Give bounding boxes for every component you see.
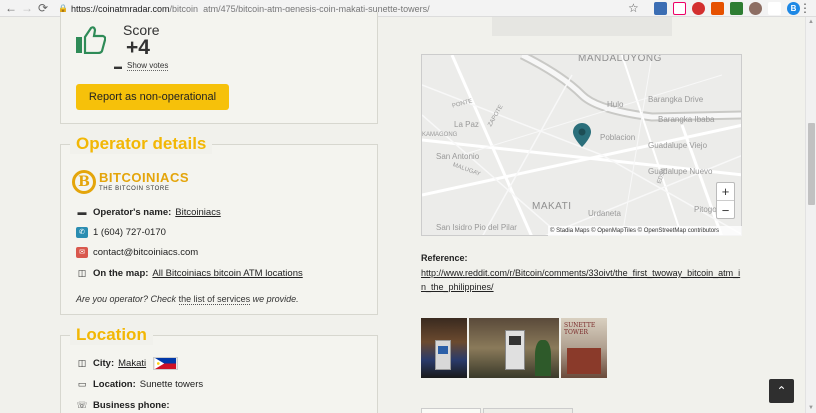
score-value: +4 (126, 36, 150, 59)
map-label: Guadalupe Viejo (648, 141, 708, 150)
on-the-map-row: ◫ On the map: All Bitcoiniacs bitcoin AT… (76, 266, 303, 280)
scrollbar-thumb[interactable] (808, 123, 815, 205)
zoom-out-button[interactable]: − (717, 201, 734, 219)
map-label: Urdaneta (588, 209, 621, 218)
chevron-up-icon: ⌃ (776, 384, 787, 398)
map-icon: ◫ (77, 267, 87, 278)
forward-arrow-icon[interactable]: → (19, 0, 35, 16)
page-scrollbar[interactable]: ▲ ▼ (805, 17, 816, 413)
map-label: La Paz (454, 120, 479, 129)
extension-icon[interactable] (730, 2, 743, 15)
map-label: Pitogo (694, 205, 717, 214)
thumbs-up-icon (76, 26, 106, 54)
email-address[interactable]: contact@bitcoiniacs.com (93, 247, 198, 258)
operator-logo: B BITCOINIACS THE BITCOIN STORE (72, 168, 192, 196)
atm-photo-3[interactable]: SUNETTE TOWER (561, 318, 607, 378)
map-icon: ◫ (77, 357, 87, 368)
show-votes-label: Show votes (127, 61, 169, 71)
city-link[interactable]: Makati (118, 358, 146, 369)
reference-link[interactable]: http://www.reddit.com/r/Bitcoin/comments… (421, 266, 744, 294)
map-label: San Isidro Pio del Pilar (436, 223, 517, 232)
tab[interactable] (483, 408, 573, 413)
list-of-services-link[interactable]: the list of services (178, 294, 251, 305)
briefcase-icon: ▬ (77, 207, 87, 217)
email-icon: ✉ (76, 246, 88, 258)
location-title: Location (70, 325, 153, 345)
back-arrow-icon[interactable]: ← (3, 0, 19, 16)
on-the-map-label: On the map: (93, 267, 149, 279)
photo-caption: SUNETTE TOWER (564, 322, 596, 336)
extensions-bar: B (654, 2, 800, 15)
map-label: Hulo (607, 100, 624, 109)
extension-icon[interactable] (711, 2, 724, 15)
phone-icon: ✆ (76, 226, 88, 238)
atm-photo-2[interactable] (469, 318, 559, 378)
extension-icon[interactable] (749, 2, 762, 15)
scroll-down-arrow-icon[interactable]: ▼ (808, 405, 814, 411)
map-label: KAMAGONG (422, 132, 458, 138)
phone-icon: ☏ (76, 399, 88, 410)
top-gray-panel (492, 17, 672, 36)
philippines-flag-icon (153, 356, 179, 370)
bitcoin-logo-icon: B (72, 170, 96, 194)
location-row: ▭ Location: Sunette towers (76, 377, 203, 391)
reference-label: Reference: (421, 253, 468, 263)
operator-details-title: Operator details (70, 134, 213, 154)
map-label: Poblacion (600, 133, 636, 142)
reload-icon[interactable]: ⟳ (35, 0, 51, 16)
map-zoom-control: + − (716, 182, 735, 219)
location-map[interactable]: MANDALUYONG Hulo Barangka Drive Barangka… (421, 54, 742, 236)
map-label: MANDALUYONG (578, 54, 662, 64)
city-row: ◫ City: Makati (76, 356, 179, 370)
atm-photo-1[interactable] (421, 318, 467, 378)
phone-number: 1 (604) 727-0170 (93, 226, 166, 238)
show-votes-link[interactable]: ▬ Show votes (114, 61, 169, 71)
report-non-operational-button[interactable]: Report as non-operational (76, 84, 229, 110)
location-value: Sunette towers (139, 378, 204, 390)
business-phone-row: ☏ Business phone: (76, 398, 174, 412)
lock-icon: 🔒 (58, 4, 68, 13)
all-locations-link[interactable]: All Bitcoiniacs bitcoin ATM locations (152, 268, 302, 279)
bookmark-star-icon[interactable]: ☆ (628, 1, 639, 15)
extension-icon[interactable] (768, 2, 781, 15)
extension-icon[interactable] (692, 2, 705, 15)
email-row: ✉ contact@bitcoiniacs.com (76, 245, 198, 259)
menu-kebab-icon[interactable]: ⋮ (799, 1, 811, 15)
tab[interactable] (421, 408, 481, 413)
map-label: MAKATI (532, 201, 572, 212)
scroll-to-top-button[interactable]: ⌃ (769, 379, 794, 403)
map-label: Barangka Ibaba (658, 115, 715, 124)
phone-row: ✆ 1 (604) 727-0170 (76, 225, 166, 239)
operator-services-note: Are you operator? Check the list of serv… (76, 294, 299, 305)
map-attribution: © Stadia Maps © OpenMapTiles © OpenStree… (548, 226, 742, 236)
extension-icon[interactable] (673, 2, 686, 15)
building-icon: ▭ (77, 378, 87, 389)
business-phone-label: Business phone: (93, 399, 170, 411)
location-label: Location: (93, 378, 136, 390)
map-label: Guadalupe Nuevo (648, 167, 713, 176)
operator-name-link[interactable]: Bitcoiniacs (175, 207, 220, 218)
operator-name-label: Operator's name: (93, 206, 172, 218)
operator-name-row: ▬ Operator's name: Bitcoiniacs (76, 205, 221, 219)
map-marker-icon[interactable] (573, 123, 591, 147)
scroll-up-arrow-icon[interactable]: ▲ (808, 19, 814, 25)
city-label: City: (93, 357, 115, 369)
map-label: Barangka Drive (648, 95, 704, 104)
comment-icon: ▬ (114, 61, 122, 71)
zoom-in-button[interactable]: + (717, 183, 734, 201)
extension-icon[interactable] (654, 2, 667, 15)
map-label: San Antonio (436, 152, 480, 161)
